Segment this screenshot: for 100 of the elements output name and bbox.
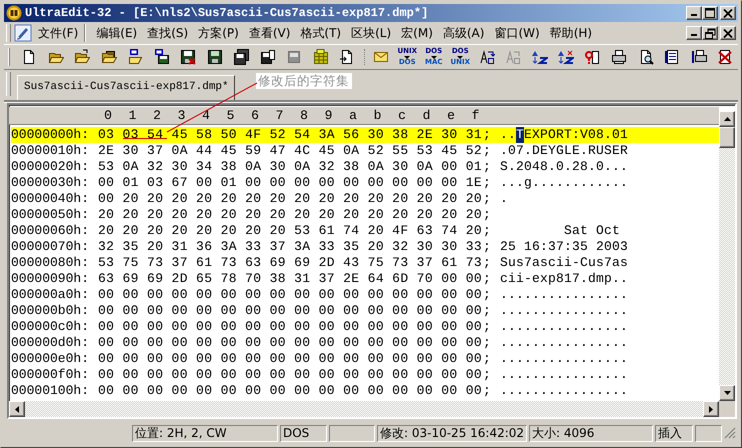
- offset-label: 00000060h:: [11, 223, 90, 239]
- save-icon[interactable]: [206, 49, 223, 65]
- offset-label: 00000050h:: [11, 207, 90, 223]
- vertical-scrollbar[interactable]: [719, 111, 735, 401]
- text-arrow-icon[interactable]: [478, 49, 495, 65]
- file-tab[interactable]: Sus7ascii-Cus7ascii-exp817.dmp*: [17, 75, 235, 100]
- offset-label: 00000030h:: [11, 175, 90, 191]
- restore-button[interactable]: [702, 26, 718, 40]
- hex-bytes: 00 00 00 00 00 00 00 00 00 00 00 00 00 00 00 00: [98, 319, 482, 335]
- menu-item[interactable]: 方案(P): [194, 24, 244, 42]
- menu-item[interactable]: 编辑(E): [92, 24, 142, 42]
- column-label: 1: [128, 107, 138, 124]
- save-all-icon[interactable]: [233, 49, 250, 65]
- sort-descending-icon[interactable]: [558, 49, 574, 65]
- ascii-text: Sus7ascii-Cus7as: [500, 255, 628, 271]
- floppy-icon[interactable]: [286, 49, 302, 65]
- maximize-button[interactable]: [702, 6, 718, 20]
- printer-icon[interactable]: [611, 49, 628, 65]
- ascii-text: ..: [500, 127, 516, 143]
- resize-grip-icon[interactable]: [724, 427, 736, 439]
- minimize-button[interactable]: [686, 6, 702, 20]
- scroll-down-button[interactable]: [719, 385, 735, 401]
- close-button[interactable]: [720, 6, 736, 20]
- close-file-icon[interactable]: [180, 49, 196, 65]
- down-arrow-icon: [724, 391, 730, 395]
- menu-item[interactable]: 窗口(W): [490, 24, 545, 42]
- page-setup-icon[interactable]: [690, 49, 707, 65]
- scroll-up-button[interactable]: [719, 111, 735, 127]
- folders-icon[interactable]: [100, 49, 117, 65]
- separator-mark: ;: [482, 383, 492, 399]
- ascii-text: ................: [500, 351, 628, 367]
- ascii-text: cii-exp817.dmp..: [500, 271, 628, 287]
- hex-bytes: 00 20 20 20 20 20 20 20 20 20 20 20 20 20 20 20: [98, 191, 482, 207]
- offset-label: 00000040h:: [11, 191, 90, 207]
- separator-mark: ;: [482, 255, 492, 271]
- ftp-floppy-icon[interactable]: [154, 49, 170, 65]
- window-title: UltraEdit-32 - [E:\nls2\Sus7ascii-Cus7ascii-exp817.dmp*]: [25, 6, 430, 20]
- column-label: 0: [103, 107, 113, 124]
- hex-bytes: 53 75 73 37 61 73 63 69 69 2D 43 75 73 37 61 73: [98, 255, 482, 271]
- offset-label: 000000a0h:: [11, 287, 90, 303]
- menu-item[interactable]: 查看(V): [244, 24, 296, 42]
- status-field: 大小: 4096: [529, 424, 653, 442]
- down-arrow-icon: [404, 56, 410, 58]
- offset-label: 00000000h:: [11, 127, 90, 143]
- ascii-text: Sat Oct: [563, 223, 620, 239]
- hex-bytes: 20 20 20 20 20 20 20 20 53 61 74 20 4F 63 74 20: [98, 223, 482, 239]
- column-label: 9: [324, 107, 334, 124]
- offset-label: 000000f0h:: [11, 367, 90, 383]
- hex-bytes: 00 00 00 00 00 00 00 00 00 00 00 00 00 00 00 00: [98, 303, 482, 319]
- hex-bytes: 00 00 00 00 00 00 00 00 00 00 00 00 00 00 00 00: [98, 367, 482, 383]
- separator-mark: ;: [482, 319, 492, 335]
- menu-item[interactable]: 帮助(H): [546, 24, 598, 42]
- column-label: 8: [299, 107, 309, 124]
- menu-item[interactable]: 宏(M): [397, 24, 438, 42]
- separator-mark: ;: [482, 303, 492, 319]
- separator-mark: ;: [482, 143, 492, 159]
- minimize-button[interactable]: [686, 26, 702, 40]
- hex-bytes: 00 00 00 00 00 00 00 00 00 00 00 00 00 00 00 00: [98, 287, 482, 303]
- save-as-icon[interactable]: [260, 49, 276, 65]
- folder-grid-icon[interactable]: [312, 49, 329, 65]
- offset-label: 00000070h:: [11, 239, 90, 255]
- separator-mark: ;: [482, 287, 492, 303]
- scroll-left-button[interactable]: [9, 401, 25, 417]
- ascii-text: ................: [500, 383, 628, 399]
- menu-item[interactable]: 高级(A): [438, 24, 490, 42]
- folder-icon[interactable]: [74, 49, 90, 65]
- menu-item[interactable]: 文件(F): [34, 24, 84, 42]
- help-page-icon[interactable]: [584, 49, 601, 65]
- status-field: 位置: 2H, 2, CW: [132, 424, 278, 442]
- scroll-thumb[interactable]: [719, 127, 735, 148]
- list-page-icon[interactable]: [664, 49, 680, 65]
- separator-mark: ;: [482, 223, 492, 239]
- separator-mark: ;: [482, 335, 492, 351]
- horizontal-scrollbar[interactable]: [9, 401, 719, 417]
- offset-label: 00000010h:: [11, 143, 90, 159]
- hex-bytes: 00 00 00 00 00 00 00 00 00 00 00 00 00 00 00 00: [98, 351, 482, 367]
- scroll-right-button[interactable]: [703, 401, 719, 417]
- right-arrow-icon: [709, 406, 713, 412]
- menu-item[interactable]: 区块(L): [347, 24, 396, 42]
- ascii-text: ................: [500, 367, 628, 383]
- ascii-text: ................: [500, 319, 628, 335]
- sort-ascending-icon[interactable]: [532, 49, 548, 65]
- status-field: 修改: 03-10-25 16:42:02: [377, 424, 527, 442]
- envelope-icon[interactable]: [372, 49, 389, 65]
- hex-bytes: 2E 30 37 0A 44 45 59 47 4C 45 0A 52 55 53 45 52: [98, 143, 482, 159]
- separator-mark: ;: [482, 175, 492, 191]
- offset-label: 000000b0h:: [11, 303, 90, 319]
- menu-item[interactable]: 格式(T): [296, 24, 346, 42]
- offset-label: 00000100h:: [11, 383, 90, 399]
- document-icon[interactable]: [14, 24, 32, 42]
- ascii-text: 25 16:37:35 2003: [500, 239, 628, 255]
- ftp-folder-icon[interactable]: [127, 49, 144, 65]
- ascii-text: .07.DEYGLE.RUSER: [500, 143, 628, 159]
- text-cursor: T: [516, 127, 524, 143]
- close-button[interactable]: [720, 26, 736, 40]
- column-label: a: [348, 107, 358, 124]
- delete-page-icon[interactable]: [717, 49, 734, 65]
- separator-mark: ;: [482, 207, 492, 223]
- offset-label: 000000d0h:: [11, 335, 90, 351]
- menu-item[interactable]: 查找(S): [143, 24, 194, 42]
